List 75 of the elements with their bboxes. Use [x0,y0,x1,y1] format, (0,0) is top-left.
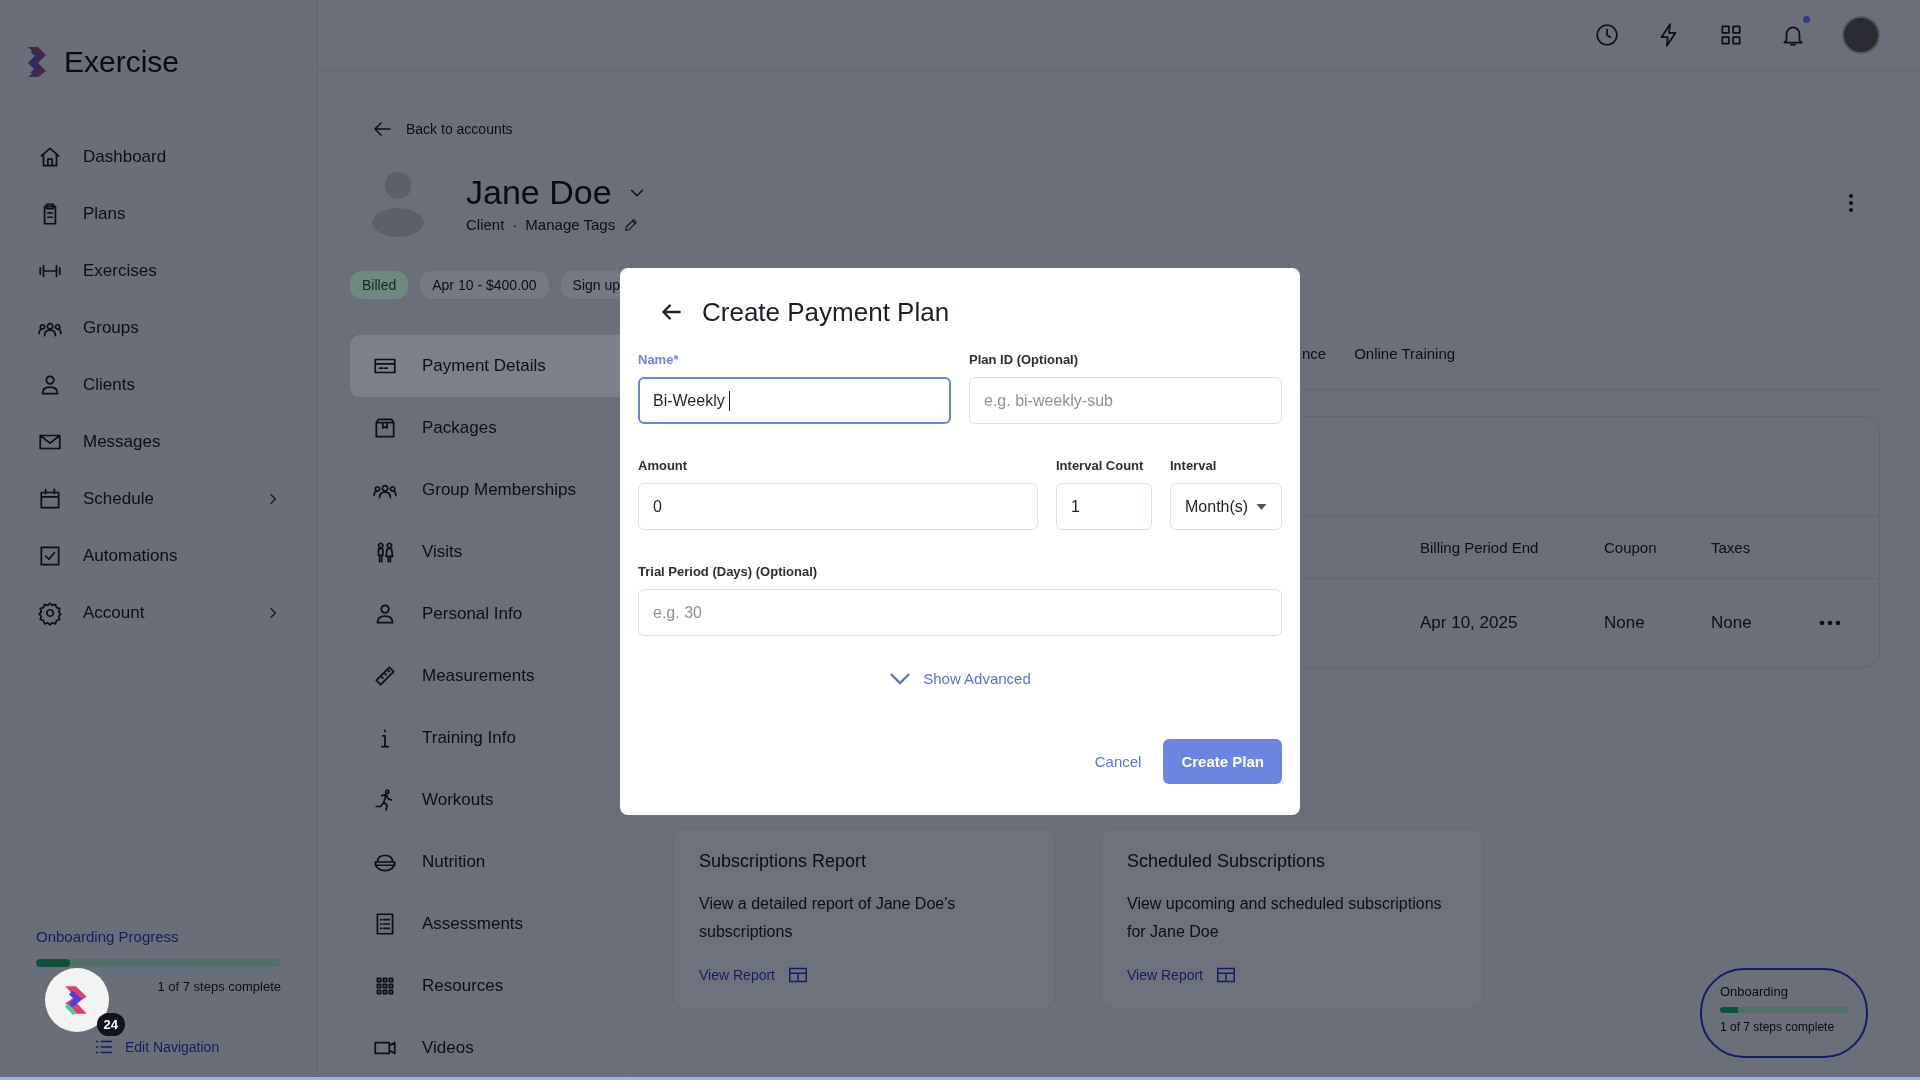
tab[interactable]: Online Training [1354,345,1456,389]
cancel-button[interactable]: Cancel [1088,747,1148,776]
sidebar-item[interactable]: Dashboard [0,128,317,185]
menu-item[interactable]: Personal Info [350,583,632,645]
menu-item[interactable]: Assessments [350,893,632,955]
field-label: Interval Count [1056,458,1145,473]
field-label: Name* [638,352,680,367]
sidebar-item[interactable]: Account [0,584,317,641]
column-header: Billing Period End [1420,538,1540,556]
table-cell-text: None [1604,613,1646,633]
status-chip: Billed [350,271,409,299]
box-icon [372,415,398,441]
menu-item[interactable]: Training Info [350,707,632,769]
menu-item[interactable]: Group Memberships [350,459,632,521]
menu-item[interactable]: Packages [350,397,632,459]
show-advanced-toggle[interactable]: Show Advanced [889,670,1031,687]
table-cell-text: None [1711,613,1753,633]
sidebar-item[interactable]: Clients [0,356,317,413]
more-horizontal-icon[interactable] [1819,620,1841,626]
interval-select[interactable]: Month(s) [1170,483,1282,530]
report-title: Scheduled Subscriptions [1127,851,1327,872]
input-field[interactable]: Bi-Weekly [638,377,951,424]
manage-tags-link[interactable]: Manage Tags [525,216,616,233]
input-field[interactable]: e.g. 30 [638,589,1282,636]
chevron-right-icon [269,491,277,506]
tab[interactable]: nce [1302,345,1327,389]
onboarding-widget[interactable]: Onboarding 1 of 7 steps complete [1700,968,1868,1058]
column-header: Taxes [1711,538,1752,556]
avatar[interactable] [1842,16,1880,54]
sidebar-item[interactable]: Schedule [0,470,317,527]
client-name: Jane Doe [466,173,612,212]
menu-item[interactable]: Measurements [350,645,632,707]
report-description: View upcoming and scheduled subscriptions for Jane Doe [1127,894,1443,942]
field-label: Interval [1170,458,1218,473]
view-report-link[interactable]: View Report [1127,967,1203,983]
sidebar-item[interactable]: Groups [0,299,317,356]
separator-dot: · [512,216,518,233]
apps-grid-icon[interactable] [1718,22,1744,48]
menu-item[interactable]: Resources [350,955,632,1017]
field-label: Plan ID (Optional) [969,352,1080,367]
sidebar-item[interactable]: Automations [0,527,317,584]
pencil-icon[interactable] [623,216,640,233]
calendar-icon [37,485,63,512]
clock-icon[interactable] [1594,22,1620,48]
app-name: Exercise [64,45,180,79]
report-title: Subscriptions Report [699,851,868,872]
table-cell-text: Apr 10, 2025 [1420,613,1519,633]
input-field[interactable]: 0 [638,483,1038,530]
more-vertical-icon[interactable] [1848,193,1854,213]
field-label: Trial Period (Days) (Optional) [638,564,819,579]
menu-item[interactable]: Videos [350,1017,632,1079]
progress-caption: 1 of 7 steps complete [157,979,281,994]
onboarding-title: Onboarding Progress [36,928,180,945]
edit-navigation-link[interactable]: Edit Navigation [125,1039,220,1055]
dialog-title: Create Payment Plan [702,296,950,328]
column-header: Coupon [1604,538,1658,556]
status-chip: Apr 10 - $400.00 [420,271,549,299]
menu-item[interactable]: Workouts [350,769,632,831]
field-label: Amount [638,458,689,473]
menu-item[interactable]: Visits [350,521,632,583]
client-role: Client [466,216,505,233]
sidebar-item[interactable]: Messages [0,413,317,470]
sidebar-item[interactable]: Exercises [0,242,317,299]
onboarding-title: Onboarding [1720,984,1789,999]
create-plan-button[interactable]: Create Plan [1163,739,1282,784]
input-field[interactable]: 1 [1056,483,1152,530]
sidebar-item[interactable]: Plans [0,185,317,242]
input-field[interactable]: e.g. bi-weekly-sub [969,377,1282,424]
chevron-right-icon [269,605,277,620]
back-link[interactable]: Back to accounts [406,121,513,137]
report-description: View a detailed report of Jane Doe's subscriptions [699,894,957,942]
dropdown-caret-icon [1256,503,1267,510]
view-report-link[interactable]: View Report [699,967,775,983]
progress-caption: 1 of 7 steps complete [1720,1020,1836,1034]
menu-item[interactable]: Nutrition [350,831,632,893]
